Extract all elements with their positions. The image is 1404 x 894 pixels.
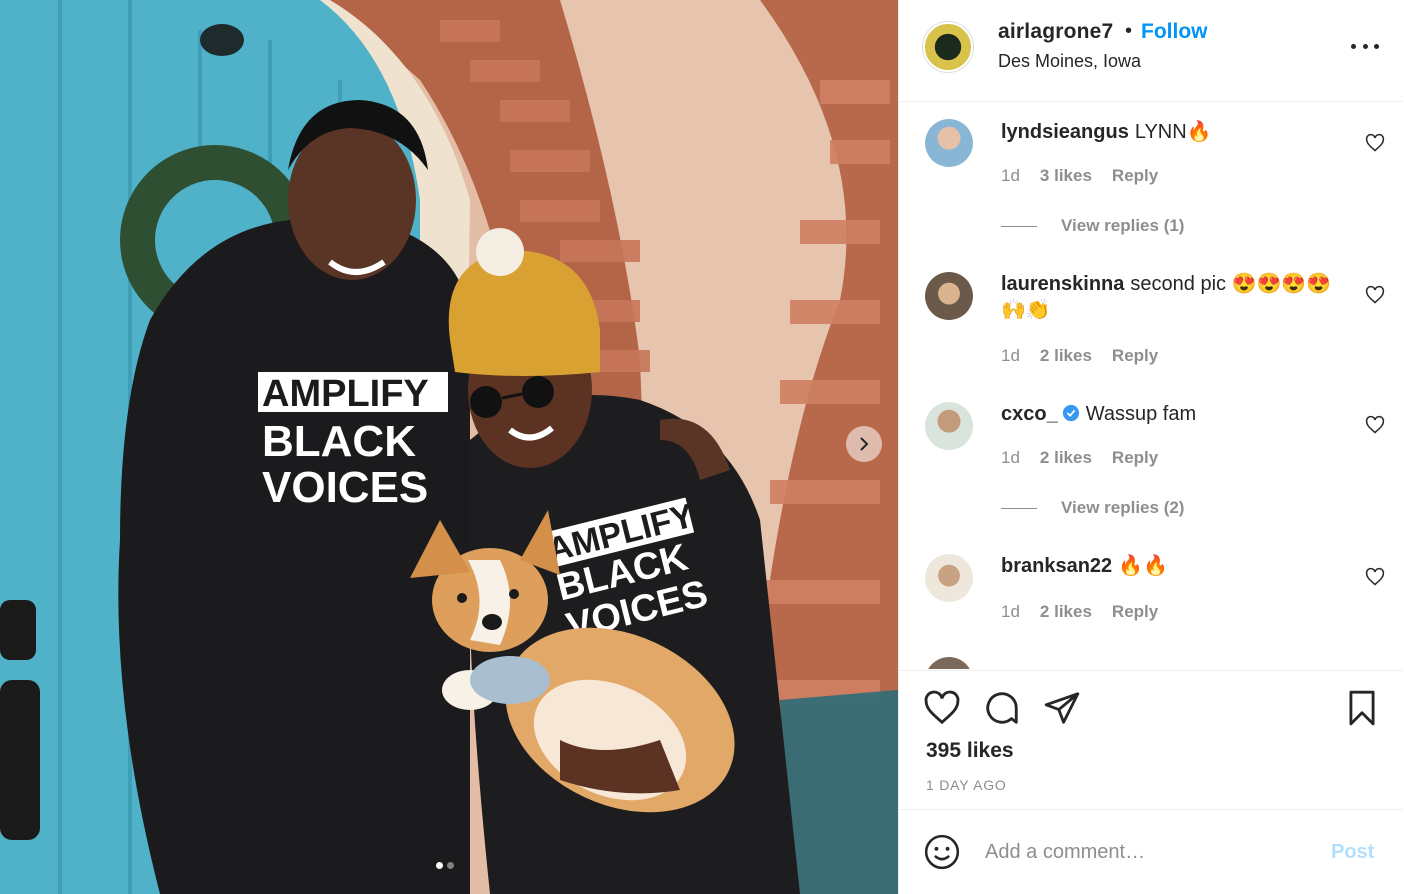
carousel-next-button[interactable]: [846, 426, 882, 462]
author-avatar[interactable]: [923, 22, 973, 72]
likes-count[interactable]: 395 likes: [926, 739, 1014, 763]
hoodie-left-line-3: VOICES: [262, 463, 428, 512]
share-icon[interactable]: [1043, 689, 1081, 727]
comment-icon[interactable]: [983, 689, 1021, 727]
reply-button[interactable]: Reply: [1112, 346, 1158, 366]
heart-icon[interactable]: [1365, 567, 1385, 587]
comment-likes[interactable]: 2 likes: [1040, 602, 1092, 622]
comment-avatar[interactable]: [925, 272, 973, 320]
comment-username[interactable]: cxco_: [1001, 403, 1058, 425]
post-actions: 395 likes 1 DAY AGO: [899, 670, 1403, 810]
post-side-panel: airlagrone7 • Follow Des Moines, Iowa ly…: [898, 0, 1404, 894]
emoji-icon[interactable]: [923, 833, 961, 871]
bookmark-icon[interactable]: [1343, 689, 1381, 727]
comment-body: laurenskinna second pic 😍😍😍😍🙌👏: [1001, 271, 1351, 323]
reply-button[interactable]: Reply: [1112, 166, 1158, 186]
comment-meta: 1d 2 likes Reply: [1001, 448, 1158, 468]
header-separator: •: [1125, 20, 1133, 42]
comment-input[interactable]: [985, 833, 1315, 871]
heart-icon[interactable]: [923, 689, 961, 727]
more-options-button[interactable]: [1351, 36, 1379, 56]
comment-likes[interactable]: 2 likes: [1040, 346, 1092, 366]
comment-time[interactable]: 1d: [1001, 602, 1020, 622]
post-location[interactable]: Des Moines, Iowa: [998, 51, 1141, 72]
comment-text: 🔥🔥: [1118, 555, 1168, 577]
carousel-indicator: [436, 862, 454, 869]
comment-avatar[interactable]: [925, 554, 973, 602]
add-comment-bar: Post: [899, 811, 1403, 894]
comment-avatar[interactable]: [925, 402, 973, 450]
heart-icon[interactable]: [1365, 415, 1385, 435]
comment-time[interactable]: 1d: [1001, 166, 1020, 186]
post-header: airlagrone7 • Follow Des Moines, Iowa: [899, 0, 1403, 102]
comment-username[interactable]: laurenskinna: [1001, 273, 1124, 295]
hoodie-left-line-2: BLACK: [262, 417, 416, 466]
comment-body: cxco_ Wassup fam: [1001, 401, 1351, 427]
comment-likes[interactable]: 3 likes: [1040, 166, 1092, 186]
heart-icon[interactable]: [1365, 285, 1385, 305]
comment-time[interactable]: 1d: [1001, 346, 1020, 366]
view-replies-label: View replies (1): [1061, 216, 1185, 235]
comment-likes[interactable]: 2 likes: [1040, 448, 1092, 468]
post-photo[interactable]: AMPLIFY BLACK VOICES AMPLIFY BLACK VOICE…: [0, 0, 898, 894]
comment-text: LYNN🔥: [1134, 121, 1212, 143]
chevron-right-icon: [860, 437, 869, 451]
view-replies-line: [1001, 225, 1037, 227]
follow-button[interactable]: Follow: [1141, 20, 1208, 44]
view-replies-button[interactable]: View replies (1): [1001, 216, 1184, 236]
post-comment-button[interactable]: Post: [1331, 841, 1374, 864]
comment-meta: 1d 2 likes Reply: [1001, 602, 1158, 622]
comment-meta: 1d 3 likes Reply: [1001, 166, 1158, 186]
comment-time[interactable]: 1d: [1001, 448, 1020, 468]
comment-avatar[interactable]: [925, 657, 973, 669]
view-replies-label: View replies (2): [1061, 498, 1185, 517]
comment-username[interactable]: lyndsieangus: [1001, 121, 1129, 143]
heart-icon[interactable]: [1365, 133, 1385, 153]
comment-meta: 1d 2 likes Reply: [1001, 346, 1158, 366]
hoodie-left-line-1: AMPLIFY: [262, 373, 429, 415]
comment-text: Wassup fam: [1085, 403, 1197, 425]
post-photo-illustration: AMPLIFY BLACK VOICES AMPLIFY BLACK VOICE…: [0, 0, 898, 894]
comment-username[interactable]: branksan22: [1001, 555, 1112, 577]
view-replies-button[interactable]: View replies (2): [1001, 498, 1184, 518]
reply-button[interactable]: Reply: [1112, 602, 1158, 622]
author-username[interactable]: airlagrone7: [998, 20, 1113, 44]
post-timestamp[interactable]: 1 DAY AGO: [926, 777, 1007, 793]
verified-badge-icon: [1062, 404, 1079, 422]
reply-button[interactable]: Reply: [1112, 448, 1158, 468]
carousel-dot-active: [436, 862, 443, 869]
carousel-dot: [447, 862, 454, 869]
comment-body: lyndsieangus LYNN🔥: [1001, 119, 1351, 145]
view-replies-line: [1001, 507, 1037, 509]
more-icon: [1351, 43, 1356, 49]
comment-avatar[interactable]: [925, 119, 973, 167]
comments-list[interactable]: lyndsieangus LYNN🔥 1d 3 likes Reply View …: [899, 103, 1403, 669]
comment-body: branksan22 🔥🔥: [1001, 553, 1351, 579]
